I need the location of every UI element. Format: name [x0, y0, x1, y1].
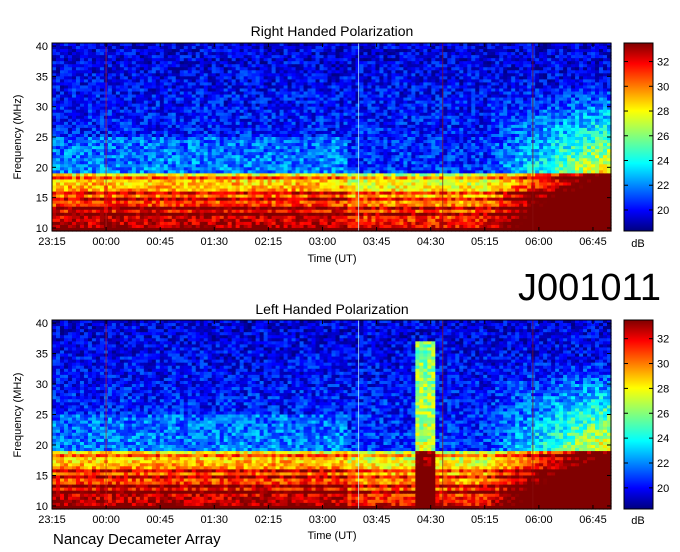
chart-title: Right Handed Polarization [251, 23, 414, 39]
panel-right-handed: Right Handed Polarization 10152025303540… [12, 23, 669, 265]
heatmap [52, 43, 612, 232]
figure: Right Handed Polarization 10152025303540… [12, 23, 669, 548]
